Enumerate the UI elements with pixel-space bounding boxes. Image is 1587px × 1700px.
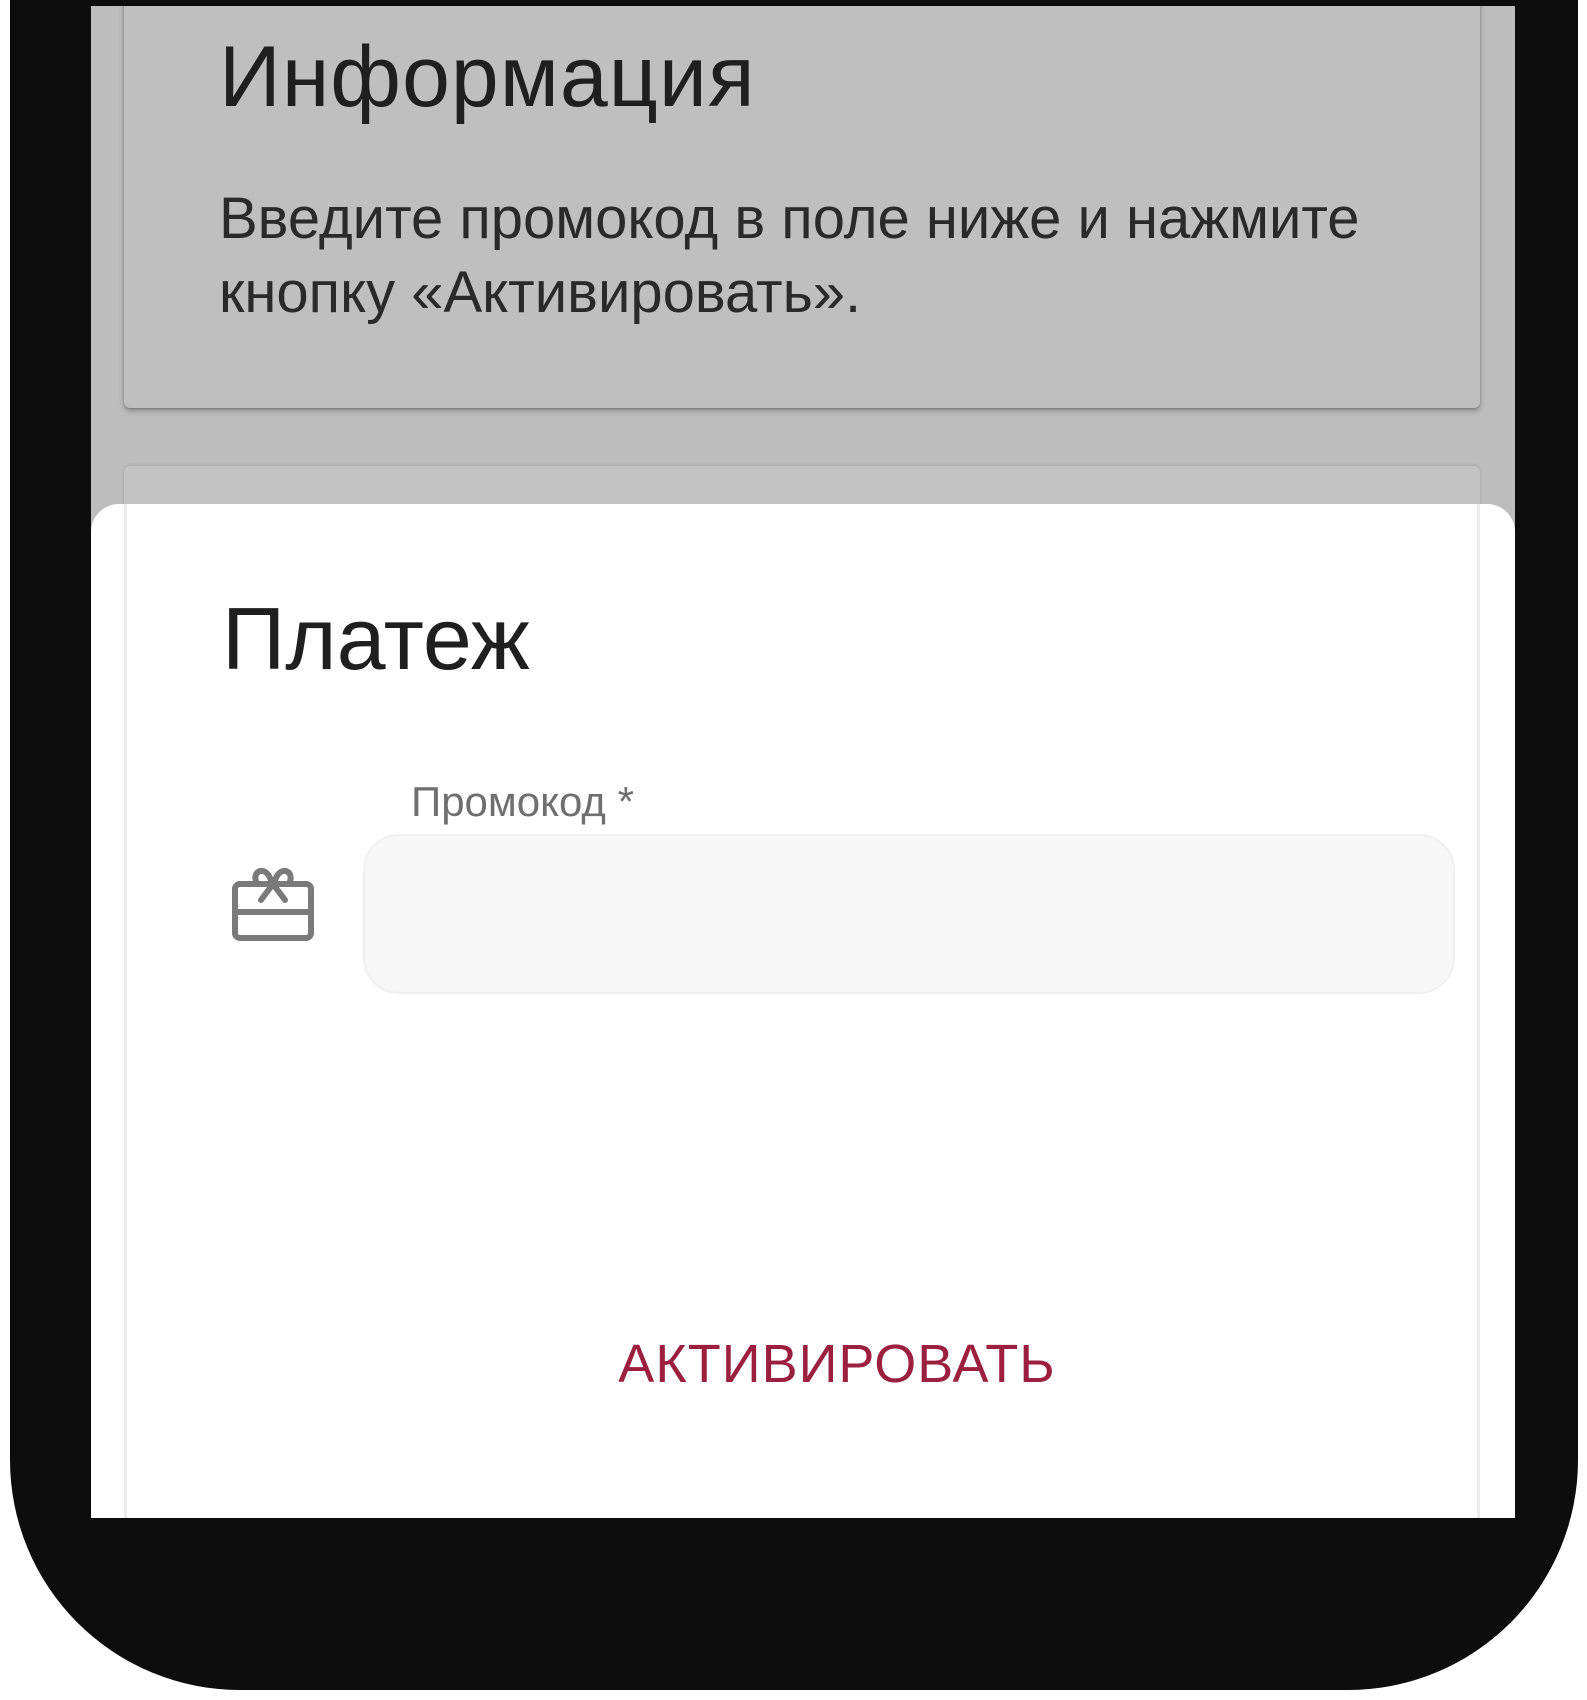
phone-frame: Информация Введите промокод в поле ниже … <box>10 0 1578 1690</box>
payment-card: Платеж Промокод * АКТИВИРОВАТЬ <box>124 504 1480 1518</box>
activate-button[interactable]: АКТИВИРОВАТЬ <box>557 1314 1117 1414</box>
info-card: Информация Введите промокод в поле ниже … <box>124 6 1480 408</box>
info-text: Введите промокод в поле ниже и нажмите к… <box>219 186 1360 325</box>
app-screen: Информация Введите промокод в поле ниже … <box>91 6 1515 1518</box>
payment-title: Платеж <box>222 589 530 688</box>
gift-card-icon <box>232 867 314 941</box>
promo-code-input[interactable] <box>363 834 1455 994</box>
info-title: Информация <box>219 29 756 125</box>
payment-sheet: Платеж Промокод * АКТИВИРОВАТЬ <box>91 504 1515 1518</box>
promo-code-label: Промокод * <box>411 778 634 825</box>
